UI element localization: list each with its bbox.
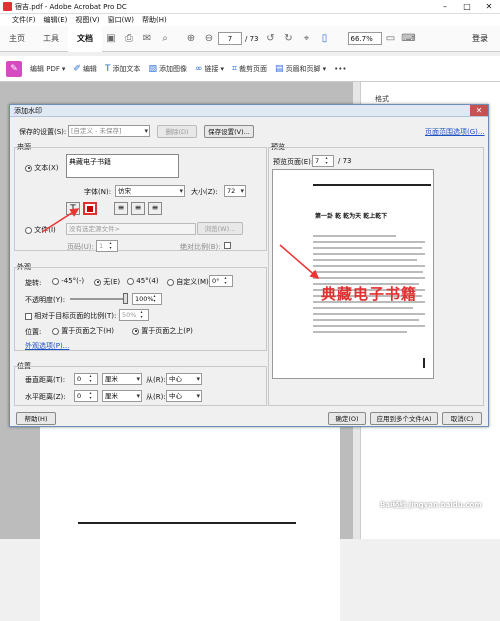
brand-watermark: Bai经验 jingyan.baidu.com <box>380 501 482 509</box>
annotation-arrows <box>41 208 320 279</box>
arrow-to-color-button <box>41 208 80 233</box>
arrow-to-watermark <box>279 244 320 279</box>
